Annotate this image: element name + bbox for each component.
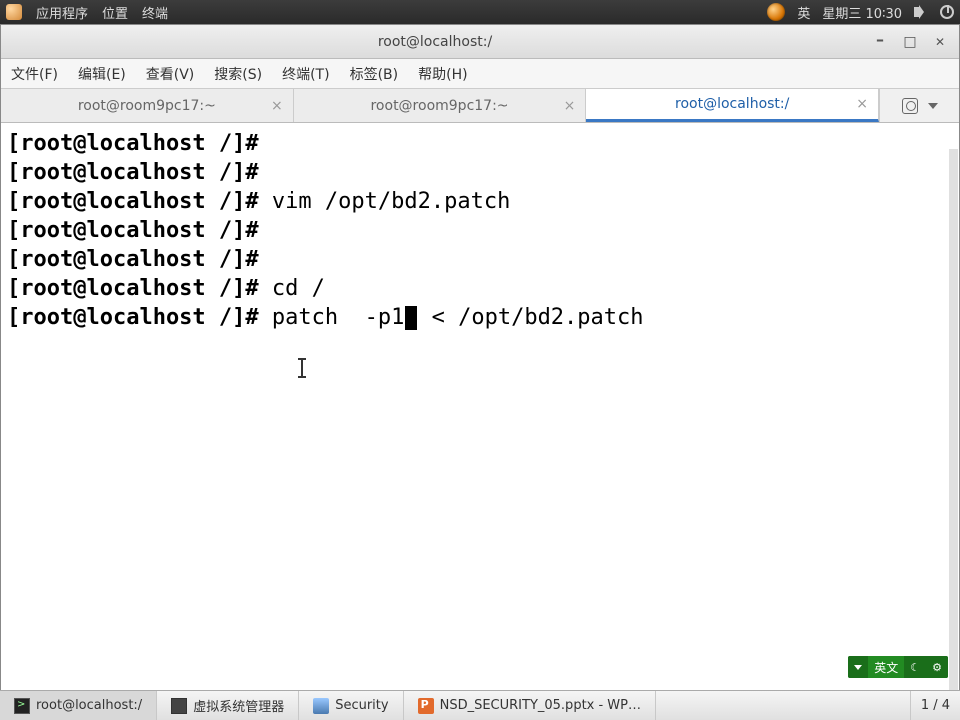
menu-file[interactable]: 文件(F) xyxy=(7,61,62,87)
menu-edit[interactable]: 编辑(E) xyxy=(74,61,130,87)
gnome-foot-icon xyxy=(6,4,22,20)
task-item-terminal[interactable]: root@localhost:/ xyxy=(0,691,157,720)
tab-close-icon[interactable]: × xyxy=(856,96,868,112)
task-label: Security xyxy=(335,698,388,713)
task-label: NSD_SECURITY_05.pptx - WP… xyxy=(440,698,641,713)
tab-label: root@localhost:/ xyxy=(675,96,789,112)
shell-input-after-cursor: < /opt/bd2.patch xyxy=(418,305,643,330)
task-label: 虚拟系统管理器 xyxy=(193,696,284,715)
menu-help[interactable]: 帮助(H) xyxy=(414,61,471,87)
shell-prompt: [root@localhost /]# xyxy=(7,131,272,156)
shell-prompt: [root@localhost /]# xyxy=(7,305,272,330)
ime-halfwidth-icon[interactable] xyxy=(904,656,926,678)
virt-manager-icon xyxy=(171,698,187,714)
workspace-indicator-label: 1 / 4 xyxy=(921,698,950,713)
terminal-body[interactable]: [root@localhost /]# [root@localhost /]# … xyxy=(1,123,959,695)
ime-mode-label[interactable]: 英文 xyxy=(868,656,904,678)
wps-presentation-icon xyxy=(418,698,434,714)
tab-tools xyxy=(879,89,959,122)
window-minimize-button[interactable] xyxy=(869,31,891,53)
shell-prompt: [root@localhost /]# xyxy=(7,276,272,301)
tab-label: root@room9pc17:~ xyxy=(78,98,216,114)
tab-label: root@room9pc17:~ xyxy=(370,98,508,114)
task-item-wps[interactable]: NSD_SECURITY_05.pptx - WP… xyxy=(404,691,656,720)
shell-prompt: [root@localhost /]# xyxy=(7,218,272,243)
terminal-app-icon xyxy=(14,698,30,714)
tab-bar: root@room9pc17:~ × root@room9pc17:~ × ro… xyxy=(1,89,959,123)
menu-terminal-menu[interactable]: 终端(T) xyxy=(278,61,333,87)
menu-bar: 文件(F) 编辑(E) 查看(V) 搜索(S) 终端(T) 标签(B) 帮助(H… xyxy=(1,59,959,89)
shell-prompt: [root@localhost /]# xyxy=(7,189,272,214)
window-close-button[interactable] xyxy=(929,31,951,53)
menu-tabs[interactable]: 标签(B) xyxy=(346,61,403,87)
tab-2[interactable]: root@room9pc17:~ × xyxy=(294,89,587,122)
shell-output: cd / xyxy=(272,276,325,301)
menu-view[interactable]: 查看(V) xyxy=(142,61,199,87)
update-notifier-icon[interactable] xyxy=(767,3,785,21)
vertical-scrollbar[interactable] xyxy=(949,149,958,709)
tab-3[interactable]: root@localhost:/ × xyxy=(586,89,879,122)
task-item-virt-manager[interactable]: 虚拟系统管理器 xyxy=(157,691,299,720)
terminal-window: root@localhost:/ 文件(F) 编辑(E) 查看(V) 搜索(S)… xyxy=(0,24,960,696)
menu-terminal[interactable]: 终端 xyxy=(142,3,168,22)
bottom-taskbar: root@localhost:/ 虚拟系统管理器 Security NSD_SE… xyxy=(0,690,960,720)
power-icon[interactable] xyxy=(940,5,954,19)
ime-floating-badge[interactable]: 英文 xyxy=(848,656,948,678)
mouse-ibeam-cursor-icon xyxy=(301,358,303,378)
task-label: root@localhost:/ xyxy=(36,698,142,713)
window-title: root@localhost:/ xyxy=(378,34,492,50)
volume-icon[interactable] xyxy=(914,5,928,19)
menu-places[interactable]: 位置 xyxy=(102,3,128,22)
menu-search[interactable]: 搜索(S) xyxy=(210,61,266,87)
ime-settings-icon[interactable] xyxy=(926,656,948,678)
profile-button-icon[interactable] xyxy=(902,98,918,114)
task-item-security[interactable]: Security xyxy=(299,691,403,720)
ime-collapse-icon[interactable] xyxy=(848,656,868,678)
window-maximize-button[interactable] xyxy=(899,31,921,53)
clock[interactable]: 星期三 10∶30 xyxy=(822,3,902,22)
shell-prompt: [root@localhost /]# xyxy=(7,160,272,185)
tab-close-icon[interactable]: × xyxy=(271,98,283,114)
shell-prompt: [root@localhost /]# xyxy=(7,247,272,272)
text-cursor xyxy=(405,306,417,330)
tab-close-icon[interactable]: × xyxy=(564,98,576,114)
ime-indicator[interactable]: 英 xyxy=(797,3,810,22)
shell-output: vim /opt/bd2.patch xyxy=(272,189,510,214)
workspace-indicator[interactable]: 1 / 4 xyxy=(910,691,960,720)
tab-1[interactable]: root@room9pc17:~ × xyxy=(1,89,294,122)
window-titlebar[interactable]: root@localhost:/ xyxy=(1,25,959,59)
security-app-icon xyxy=(313,698,329,714)
system-top-panel: 应用程序 位置 终端 英 星期三 10∶30 xyxy=(0,0,960,24)
tab-menu-caret-icon[interactable] xyxy=(928,103,938,109)
shell-input-before-cursor: patch -p1 xyxy=(272,305,404,330)
menu-applications[interactable]: 应用程序 xyxy=(36,3,88,22)
